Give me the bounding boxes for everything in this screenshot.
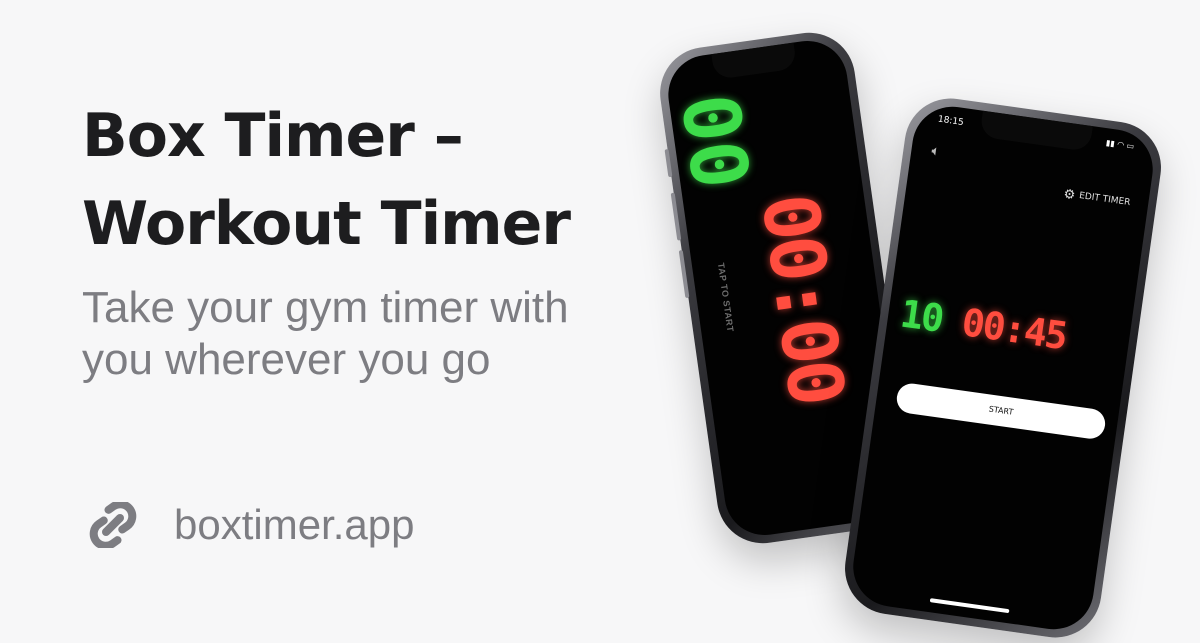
tap-to-start-label[interactable]: TAP TO START [716,262,736,333]
tagline-line1: Take your gym timer with [82,283,569,332]
headline: Box Timer – Workout Timer [82,92,571,268]
gear-icon: ⚙ [1062,186,1077,204]
headline-line1: Box Timer – [82,101,464,171]
phone-screen: 18:15 ▮▮ ◠ ▭ 🔈︎ ⚙ EDIT TIMER 10 00:45 STA… [848,101,1158,635]
time-seconds: 45 [1021,308,1069,359]
website-link[interactable]: boxtimer.app [80,500,414,550]
status-bar-icons: ▮▮ ◠ ▭ [1105,138,1135,152]
home-indicator [929,598,1010,614]
status-bar-time: 18:15 [937,114,965,129]
time-display: 00:00 [744,188,862,408]
tagline: Take your gym timer with you wherever yo… [82,282,642,386]
tagline-line2: you wherever you go [82,335,491,384]
link-icon [89,502,137,548]
edit-timer-button[interactable]: ⚙ EDIT TIMER [1063,187,1132,211]
phone-portrait-mockup: 18:15 ▮▮ ◠ ▭ 🔈︎ ⚙ EDIT TIMER 10 00:45 STA… [839,92,1167,643]
start-button[interactable]: START [894,381,1108,441]
headline-line2: Workout Timer [82,189,571,259]
rounds-display: 10 [897,291,946,341]
edit-timer-label: EDIT TIMER [1078,190,1131,209]
website-url[interactable]: boxtimer.app [174,501,414,549]
sound-icon[interactable]: 🔈︎ [930,142,942,160]
timer-display: 10 00:45 [898,291,1069,358]
time-minutes: 00 [959,300,1007,350]
